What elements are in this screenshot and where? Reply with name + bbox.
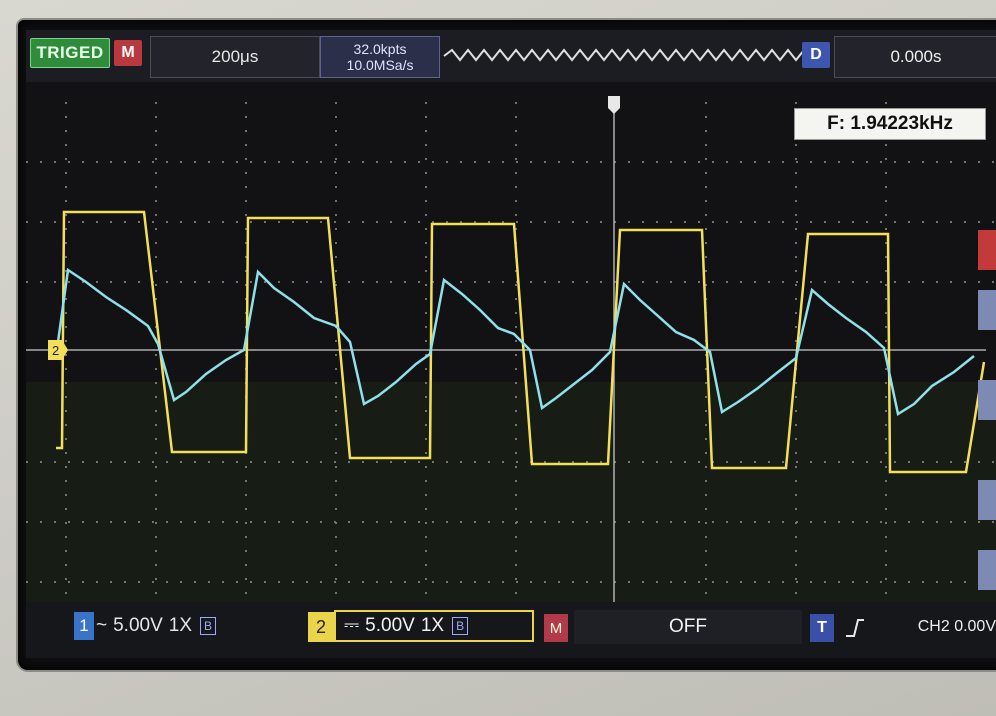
side-tab-5[interactable] <box>978 550 996 590</box>
bottom-status-bar: 1 ~ 5.00V 1X B 2 ⎓ 5.00V 1X B M OFF T CH… <box>26 602 996 658</box>
ch1-scale: 5.00V <box>113 615 163 636</box>
waveform-display: 2 <box>26 82 996 602</box>
side-tab-2[interactable] <box>978 290 996 330</box>
ch1-probe: 1X <box>168 615 193 636</box>
scope-screen: TRIGED M 200μs 32.0kpts 10.0MSa/s D 0.00… <box>26 30 996 658</box>
frequency-measurement[interactable]: F: 1.94223kHz <box>794 108 986 140</box>
trigger-badge[interactable]: T <box>810 614 834 642</box>
side-tab-3[interactable] <box>978 380 996 420</box>
ch2-probe: 1X <box>420 615 445 636</box>
trigger-source-level[interactable]: CH2 0.00V <box>876 610 996 644</box>
ch1-badge[interactable]: 1 <box>74 612 94 640</box>
memory-overview-icon <box>443 48 805 62</box>
ch2-coupling: ⎓ <box>344 615 360 636</box>
ch2-bandwidth-limit: B <box>452 617 469 635</box>
sample-rate: 10.0MSa/s <box>346 57 414 73</box>
ch1-settings[interactable]: ~ 5.00V 1X B <box>96 610 296 642</box>
acquisition-info: 32.0kpts 10.0MSa/s <box>320 36 440 78</box>
ch2-settings[interactable]: ⎓ 5.00V 1X B <box>334 610 534 642</box>
horizontal-delay-value[interactable]: 0.000s <box>834 36 996 78</box>
rising-edge-icon <box>846 619 864 637</box>
side-menu-tabs[interactable] <box>978 230 996 620</box>
top-status-bar: TRIGED M 200μs 32.0kpts 10.0MSa/s D 0.00… <box>26 30 996 82</box>
svg-text:2: 2 <box>52 343 59 358</box>
ch2-scale: 5.00V <box>365 615 415 636</box>
timebase-value[interactable]: 200μs <box>150 36 320 78</box>
side-tab-1[interactable] <box>978 230 996 270</box>
ch2-badge[interactable]: 2 <box>308 612 334 642</box>
trigger-status-badge: TRIGED <box>30 38 110 68</box>
delay-badge[interactable]: D <box>802 42 830 68</box>
ch1-coupling: ~ <box>96 615 108 636</box>
side-tab-4[interactable] <box>978 480 996 520</box>
ch1-bandwidth-limit: B <box>200 617 217 635</box>
math-state[interactable]: OFF <box>574 610 802 644</box>
math-badge[interactable]: M <box>544 614 568 642</box>
timebase-mode-badge[interactable]: M <box>114 40 142 66</box>
memory-depth: 32.0kpts <box>353 41 407 57</box>
